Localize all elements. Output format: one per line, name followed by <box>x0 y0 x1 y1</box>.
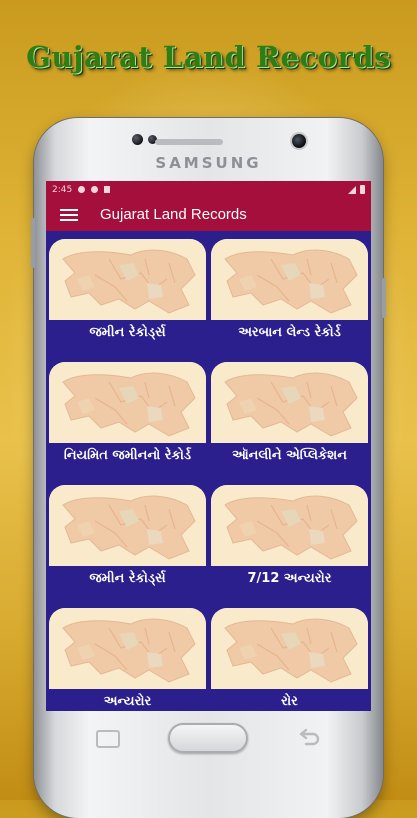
tile-label: રોર <box>211 689 368 711</box>
gujarat-map-image <box>49 485 206 566</box>
tile-urban-land-record[interactable]: અરબાન લેન્ડ રેકોર્ડ <box>211 239 368 356</box>
device-brand: SAMSUNG <box>155 154 262 172</box>
gujarat-map-image <box>49 362 206 443</box>
phone-frame: SAMSUNG 2:45 Gujarat Land Records જમીન ર… <box>31 118 386 818</box>
tile-label: જમીન રેકોર્ડ્સ <box>49 320 206 346</box>
gujarat-map-image <box>211 239 368 320</box>
menu-grid: જમીન રેકોર્ડ્સ અરબાન લેન્ડ રેકોર્ડ નિયમિ… <box>46 231 371 711</box>
tile-label: અરબાન લેન્ડ રેકોર્ડ <box>211 320 368 346</box>
status-bar: 2:45 <box>46 181 371 198</box>
tile-label: નિયમિત જમીનનો રેકોર્ડ <box>49 443 206 469</box>
settings-status-icon <box>78 186 86 193</box>
recent-apps-button[interactable] <box>96 730 120 748</box>
status-time: 2:45 <box>52 184 73 195</box>
tile-anyror[interactable]: અન્યરોર <box>49 608 206 711</box>
app-screen: 2:45 Gujarat Land Records જમીન રેકોર્ડ્સ <box>46 181 371 711</box>
tile-regular-land-record[interactable]: નિયમિત જમીનનો રેકોર્ડ <box>49 362 206 479</box>
tile-online-application[interactable]: ઑનલીને એપ્લિકેશન <box>211 362 368 479</box>
promo-title: Gujarat Land Records <box>26 40 391 74</box>
gujarat-map-image <box>49 608 206 689</box>
power-button <box>382 278 386 318</box>
tile-label: અન્યરોર <box>49 689 206 711</box>
tile-7-12-anyror[interactable]: 7/12 અન્યરોર <box>211 485 368 602</box>
gujarat-map-image <box>211 485 368 566</box>
shield-status-icon <box>91 186 99 193</box>
signal-icon <box>348 185 356 194</box>
tile-label: ઑનલીને એપ્લિકેશન <box>211 443 368 469</box>
gujarat-map-image <box>211 362 368 443</box>
tile-land-records-2[interactable]: જમીન રેકોર્ડ્સ <box>49 485 206 602</box>
gujarat-map-image <box>211 608 368 689</box>
home-button[interactable] <box>168 723 248 753</box>
tile-label: જમીન રેકોર્ડ્સ <box>49 566 206 592</box>
tile-ror[interactable]: રોર <box>211 608 368 711</box>
battery-icon <box>360 185 365 194</box>
tile-label: 7/12 અન્યરોર <box>211 566 368 592</box>
tile-land-records[interactable]: જમીન રેકોર્ડ્સ <box>49 239 206 356</box>
app-toolbar: Gujarat Land Records <box>46 198 371 231</box>
sensor-dots <box>132 134 157 145</box>
app-title: Gujarat Land Records <box>100 206 247 223</box>
earpiece-speaker <box>155 139 223 145</box>
menu-icon[interactable] <box>60 208 78 221</box>
sd-card-status-icon <box>104 186 111 193</box>
back-arrow-icon[interactable] <box>298 728 320 746</box>
volume-button <box>31 218 35 268</box>
front-camera <box>292 134 306 148</box>
gujarat-map-image <box>49 239 206 320</box>
